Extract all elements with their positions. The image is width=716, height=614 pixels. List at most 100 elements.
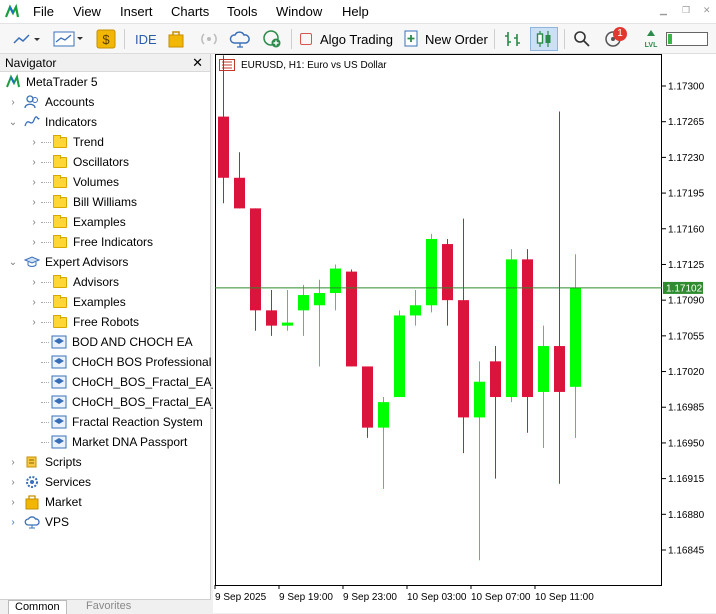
tree-item-examples-indicators[interactable]: › Examples bbox=[29, 212, 126, 232]
ide-button[interactable]: IDE bbox=[135, 27, 157, 51]
tree-item-label: Fractal Reaction System bbox=[72, 415, 203, 429]
indicators-icon bbox=[24, 116, 40, 127]
tree-item-ea[interactable]: CHoCH BOS Professional I bbox=[39, 352, 218, 372]
close-icon[interactable]: ✕ bbox=[703, 5, 713, 15]
chart-template-dropdown-icon[interactable] bbox=[52, 27, 88, 51]
tree-item-label: VPS bbox=[45, 515, 70, 529]
bearish-candle bbox=[266, 310, 277, 326]
bearish-candle bbox=[442, 244, 453, 301]
bullish-candle bbox=[314, 293, 325, 306]
new-order-button[interactable]: New Order bbox=[403, 27, 488, 51]
tree-item-scripts[interactable]: › Scripts bbox=[8, 452, 81, 472]
bullish-candle bbox=[282, 322, 293, 326]
navigator-close-icon[interactable]: ✕ bbox=[192, 55, 203, 71]
chevron-right-icon[interactable]: › bbox=[8, 457, 18, 468]
chevron-right-icon[interactable]: › bbox=[29, 237, 39, 248]
menu-window[interactable]: Window bbox=[276, 4, 322, 19]
chevron-right-icon[interactable]: › bbox=[29, 297, 39, 308]
services-gear-icon bbox=[26, 476, 38, 488]
chevron-right-icon[interactable]: › bbox=[29, 157, 39, 168]
y-tick-label: 1.16950 bbox=[668, 438, 705, 449]
bullish-candle bbox=[538, 346, 549, 392]
y-tick-label: 1.17090 bbox=[668, 296, 705, 307]
chevron-down-icon[interactable]: ⌄ bbox=[8, 257, 18, 268]
dollar-icon[interactable]: $ bbox=[96, 27, 116, 51]
tree-item-volumes[interactable]: › Volumes bbox=[29, 172, 119, 192]
chevron-right-icon[interactable]: › bbox=[8, 517, 18, 528]
chevron-right-icon[interactable]: › bbox=[8, 477, 18, 488]
bullish-candle bbox=[378, 402, 389, 428]
cloud-icon[interactable] bbox=[229, 27, 251, 51]
tree-item-ea[interactable]: Market DNA Passport bbox=[39, 432, 187, 452]
chevron-right-icon[interactable]: › bbox=[29, 177, 39, 188]
expert-advisor-icon bbox=[51, 355, 67, 369]
tree-root[interactable]: MetaTrader 5 bbox=[5, 72, 98, 92]
signal-icon[interactable] bbox=[199, 27, 219, 51]
tree-item-bill-williams[interactable]: › Bill Williams bbox=[29, 192, 137, 212]
tree-item-label: Volumes bbox=[73, 175, 120, 189]
tree-item-label: Services bbox=[45, 475, 92, 489]
tree-item-advisors[interactable]: › Advisors bbox=[29, 272, 119, 292]
tree-item-ea[interactable]: CHoCH_BOS_Fractal_EA_e bbox=[39, 392, 225, 412]
bearish-candle bbox=[346, 271, 357, 367]
tree-item-vps[interactable]: › VPS bbox=[8, 512, 69, 532]
menu-help[interactable]: Help bbox=[342, 4, 369, 19]
x-tick-label: 10 Sep 03:00 bbox=[407, 592, 467, 603]
menu-file[interactable]: File bbox=[33, 4, 54, 19]
tree-item-indicators[interactable]: ⌄ Indicators bbox=[8, 112, 97, 132]
chevron-right-icon[interactable]: › bbox=[8, 497, 18, 508]
bar-chart-icon[interactable] bbox=[503, 27, 523, 51]
navigator-panel: Navigator ✕ MetaTrader 5 › Accounts ⌄ In… bbox=[0, 54, 227, 614]
minimize-icon[interactable]: ▁ bbox=[660, 5, 670, 15]
candlestick-chart-icon[interactable] bbox=[530, 27, 558, 51]
tree-item-oscillators[interactable]: › Oscillators bbox=[29, 152, 129, 172]
chevron-right-icon[interactable]: › bbox=[8, 97, 18, 108]
globe-add-icon[interactable] bbox=[262, 27, 282, 51]
algo-trading-button[interactable]: Algo Trading bbox=[300, 27, 393, 51]
tab-common[interactable]: Common bbox=[8, 600, 67, 614]
tree-item-label: Indicators bbox=[45, 115, 98, 129]
tree-item-label: Trend bbox=[73, 135, 104, 149]
tree-item-expert-advisors[interactable]: ⌄ Expert Advisors bbox=[8, 252, 129, 272]
market-bag-icon[interactable] bbox=[167, 27, 185, 51]
tree-item-free-robots[interactable]: › Free Robots bbox=[29, 312, 139, 332]
tree-item-ea[interactable]: CHoCH_BOS_Fractal_EA_cl bbox=[39, 372, 227, 392]
tree-item-examples-experts[interactable]: › Examples bbox=[29, 292, 126, 312]
tree-item-trend[interactable]: › Trend bbox=[29, 132, 104, 152]
search-icon[interactable] bbox=[573, 27, 591, 51]
chevron-right-icon[interactable]: › bbox=[29, 217, 39, 228]
restore-icon[interactable]: ❐ bbox=[682, 5, 692, 15]
chevron-right-icon[interactable]: › bbox=[29, 137, 39, 148]
tree-item-free-indicators[interactable]: › Free Indicators bbox=[29, 232, 153, 252]
chevron-right-icon[interactable]: › bbox=[29, 277, 39, 288]
folder-icon bbox=[53, 174, 67, 188]
y-tick-label: 1.17195 bbox=[668, 189, 705, 200]
chevron-right-icon[interactable]: › bbox=[29, 317, 39, 328]
tree-item-label: Advisors bbox=[73, 275, 120, 289]
bullish-candle bbox=[394, 315, 405, 398]
menu-insert[interactable]: Insert bbox=[120, 4, 153, 19]
menu-tools[interactable]: Tools bbox=[227, 4, 257, 19]
chevron-right-icon[interactable]: › bbox=[29, 197, 39, 208]
current-price-label: 1.17102 bbox=[666, 283, 703, 294]
tree-item-ea[interactable]: BOD AND CHOCH EA bbox=[39, 332, 193, 352]
tree-item-services[interactable]: › Services bbox=[8, 472, 91, 492]
bullish-candle bbox=[506, 259, 517, 398]
expert-advisor-icon bbox=[51, 435, 67, 449]
tree-item-market[interactable]: › Market bbox=[8, 492, 82, 512]
chart-window[interactable]: EURUSD, H1: Euro vs US Dollar 1.17300 1.1… bbox=[213, 54, 716, 613]
account-level-icon[interactable]: LVL bbox=[643, 27, 659, 51]
x-tick-label: 10 Sep 11:00 bbox=[535, 592, 594, 603]
tree-item-label: Accounts bbox=[45, 95, 95, 109]
x-tick-label: 9 Sep 23:00 bbox=[343, 592, 397, 603]
tree-item-ea[interactable]: Fractal Reaction System bbox=[39, 412, 203, 432]
line-chart-dropdown-icon[interactable] bbox=[12, 27, 40, 51]
tree-item-accounts[interactable]: › Accounts bbox=[8, 92, 94, 112]
chevron-down-icon[interactable]: ⌄ bbox=[8, 117, 18, 128]
menu-view[interactable]: View bbox=[73, 4, 101, 19]
bullish-candle bbox=[330, 268, 341, 294]
tab-favorites[interactable]: Favorites bbox=[80, 600, 137, 614]
menu-charts[interactable]: Charts bbox=[171, 4, 209, 19]
bearish-candle bbox=[458, 300, 469, 418]
tree-item-label: CHoCH BOS Professional I bbox=[72, 355, 219, 369]
